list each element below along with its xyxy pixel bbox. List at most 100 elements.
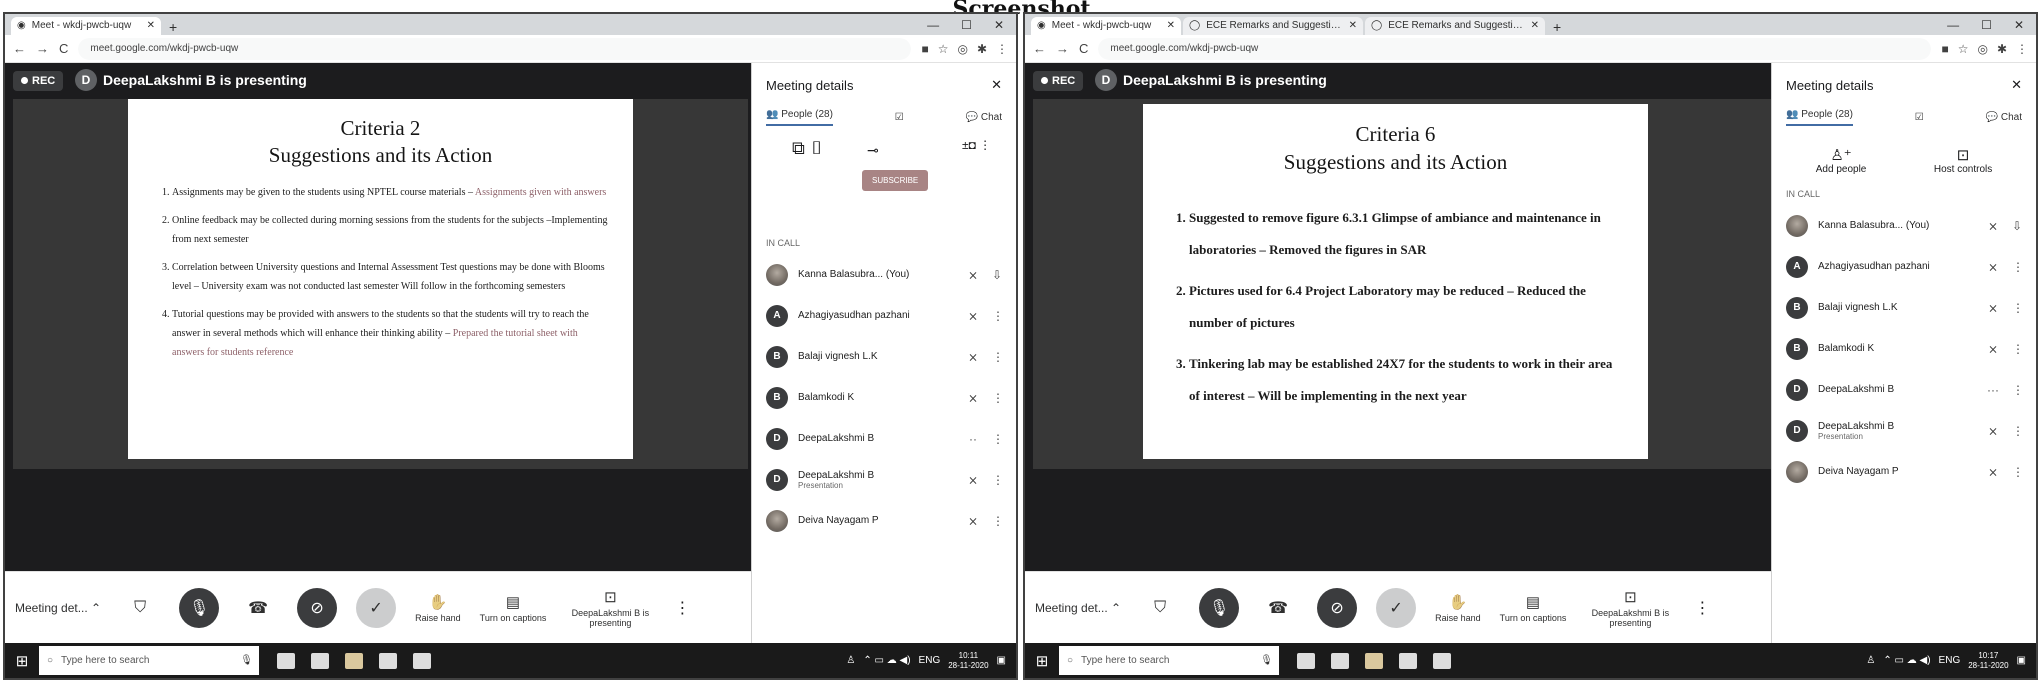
star-icon[interactable]: ☆ [1958, 42, 1969, 56]
add-people-button[interactable]: ♙⁺ Add people [1816, 146, 1867, 175]
meeting-details-button[interactable]: Meeting det... ⌃ [1035, 601, 1121, 615]
menu-icon[interactable]: ⋮ [2016, 42, 2028, 56]
taskview-icon[interactable] [1297, 652, 1315, 669]
activities-icon[interactable]: ☑ [895, 112, 904, 123]
participant-row[interactable]: D DeepaLakshmi B ··· ⋮ [1772, 369, 2036, 410]
chrome-icon[interactable] [1399, 652, 1417, 669]
reload-icon[interactable]: C [59, 41, 68, 56]
camera-off-button[interactable]: ⊘ [297, 587, 338, 628]
maximize-button[interactable]: ☐ [1981, 18, 1992, 32]
more-options-icon[interactable]: ⋮ [1694, 598, 1710, 618]
presenting-button[interactable]: ⊡ DeepaLakshmi B is presenting [1585, 588, 1675, 628]
tab-chat[interactable]: 💬 Chat [1986, 112, 2022, 123]
puzzle-icon[interactable]: ✱ [1997, 42, 2007, 56]
extension-icon[interactable]: ◎ [1977, 42, 1987, 56]
tray-icons[interactable]: ⌃ ▭ ☁ ◀) [863, 655, 910, 666]
captions-button[interactable]: ▤ Turn on captions [1500, 593, 1567, 623]
mic-off-button[interactable]: 🎙 [1199, 587, 1240, 628]
url-field[interactable]: meet.google.com/wkdj-pwcb-uqw [1098, 37, 1932, 60]
participant-row[interactable]: Deiva Nayagam P ⨯ ⋮ [752, 500, 1016, 541]
back-icon[interactable]: ← [13, 41, 26, 56]
windows-start-icon[interactable]: ⊞ [5, 643, 39, 678]
windows-start-icon[interactable]: ⊞ [1025, 643, 1059, 678]
host-controls-button[interactable]: ⊡ Host controls [1934, 146, 1992, 175]
url-field[interactable]: meet.google.com/wkdj-pwcb-uqw [78, 37, 912, 60]
people-icon[interactable]: ♙ [1866, 655, 1875, 666]
browser-tab[interactable]: ◯ ECE Remarks and Suggestions ✕ [1365, 17, 1545, 35]
hangup-button[interactable]: ☎ [238, 588, 278, 628]
explorer-icon[interactable] [1331, 652, 1349, 669]
camera-icon[interactable]: ■ [921, 42, 928, 56]
subscribe-button[interactable]: SUBSCRIBE [862, 170, 929, 191]
participant-row[interactable]: D DeepaLakshmi B Presentation ⨯ ⋮ [752, 459, 1016, 500]
puzzle-icon[interactable]: ✱ [977, 42, 987, 56]
chrome-icon[interactable] [379, 652, 397, 669]
participant-row[interactable]: A Azhagiyasudhan pazhani ⨯ ⋮ [752, 295, 1016, 336]
close-tab-icon[interactable]: ✕ [147, 17, 155, 35]
extension-icon[interactable]: ◎ [957, 42, 967, 56]
close-window-button[interactable]: ✕ [994, 18, 1004, 32]
shield-icon[interactable]: ⛉ [1140, 588, 1180, 628]
presenting-button[interactable]: ⊡ DeepaLakshmi B is presenting [565, 588, 655, 628]
participant-row[interactable]: Kanna Balasubra... (You) ⨯ ⇩ [1772, 205, 2036, 246]
forward-icon[interactable]: → [1056, 41, 1069, 56]
reload-icon[interactable]: C [1079, 41, 1088, 56]
taskview-icon[interactable] [277, 652, 295, 669]
captions-button[interactable]: ▤ Turn on captions [480, 593, 547, 623]
clock[interactable]: 10:17 28-11-2020 [1968, 651, 2008, 671]
participant-row[interactable]: B Balaji vignesh L.K ⨯ ⋮ [1772, 287, 2036, 328]
raise-hand-button[interactable]: ✋ Raise hand [415, 593, 461, 623]
star-icon[interactable]: ☆ [938, 42, 949, 56]
browser-tab[interactable]: ◉ Meet - wkdj-pwcb-uqw ✕ [1031, 17, 1181, 35]
toggle-icon[interactable]: ⊸ [867, 142, 879, 159]
tab-people[interactable]: 👥 People (28) [1786, 109, 1853, 126]
taskbar-search[interactable]: ○ Type here to search 🎙 [39, 646, 259, 675]
minimize-button[interactable]: — [927, 18, 939, 32]
present-check-button[interactable]: ✓ [1376, 587, 1417, 628]
back-icon[interactable]: ← [1033, 41, 1046, 56]
browser-tab[interactable]: ◯ ECE Remarks and Suggestions ✕ [1183, 17, 1363, 35]
participant-row[interactable]: Deiva Nayagam P ⨯ ⋮ [1772, 451, 2036, 492]
camera-off-button[interactable]: ⊘ [1317, 587, 1358, 628]
app-icon[interactable] [1433, 652, 1451, 669]
close-window-button[interactable]: ✕ [2014, 18, 2024, 32]
copy-icon[interactable]: ⧉ ▯ [792, 138, 824, 159]
maximize-button[interactable]: ☐ [961, 18, 972, 32]
participant-row[interactable]: D DeepaLakshmi B ·· ⋮ [752, 418, 1016, 459]
participant-row[interactable]: B Balamkodi K ⨯ ⋮ [1772, 328, 2036, 369]
shield-icon[interactable]: ⛉ [120, 588, 160, 628]
people-icon[interactable]: ♙ [846, 655, 855, 666]
close-icon[interactable]: ✕ [2011, 77, 2022, 93]
new-tab-button[interactable]: + [163, 19, 183, 35]
clock[interactable]: 10:11 28-11-2020 [948, 651, 988, 671]
more-options-icon[interactable]: ⋮ [674, 598, 690, 618]
mic-off-button[interactable]: 🎙 [179, 587, 220, 628]
camera-icon[interactable]: ±◘ ⋮ [962, 138, 991, 152]
participant-row[interactable]: B Balamkodi K ⨯ ⋮ [752, 377, 1016, 418]
activities-icon[interactable]: ☑ [1915, 112, 1924, 123]
tab-chat[interactable]: 💬 Chat [966, 112, 1002, 123]
present-check-button[interactable]: ✓ [356, 587, 397, 628]
participant-row[interactable]: A Azhagiyasudhan pazhani ⨯ ⋮ [1772, 246, 2036, 287]
hangup-button[interactable]: ☎ [1258, 588, 1298, 628]
browser-tab[interactable]: ◉ Meet - wkdj-pwcb-uqw ✕ [11, 17, 161, 35]
close-icon[interactable]: ✕ [991, 77, 1002, 93]
notification-icon[interactable]: ▣ [2017, 655, 2026, 666]
tray-icons[interactable]: ⌃ ▭ ☁ ◀) [1883, 655, 1930, 666]
participant-row[interactable]: B Balaji vignesh L.K ⨯ ⋮ [752, 336, 1016, 377]
raise-hand-button[interactable]: ✋ Raise hand [1435, 593, 1481, 623]
meeting-details-button[interactable]: Meeting det... ⌃ [15, 601, 101, 615]
folder-icon[interactable] [345, 652, 363, 669]
minimize-button[interactable]: — [1947, 18, 1959, 32]
app-icon[interactable] [413, 652, 431, 669]
new-tab-button[interactable]: + [1547, 19, 1567, 35]
participant-row[interactable]: D DeepaLakshmi B Presentation ⨯ ⋮ [1772, 410, 2036, 451]
camera-icon[interactable]: ■ [1941, 42, 1948, 56]
participant-row[interactable]: Kanna Balasubra... (You) ⨯ ⇩ [752, 254, 1016, 295]
tab-people[interactable]: 👥 People (28) [766, 109, 833, 126]
folder-icon[interactable] [1365, 652, 1383, 669]
explorer-icon[interactable] [311, 652, 329, 669]
forward-icon[interactable]: → [36, 41, 49, 56]
notification-icon[interactable]: ▣ [997, 655, 1006, 666]
taskbar-search[interactable]: ○ Type here to search 🎙 [1059, 646, 1279, 675]
